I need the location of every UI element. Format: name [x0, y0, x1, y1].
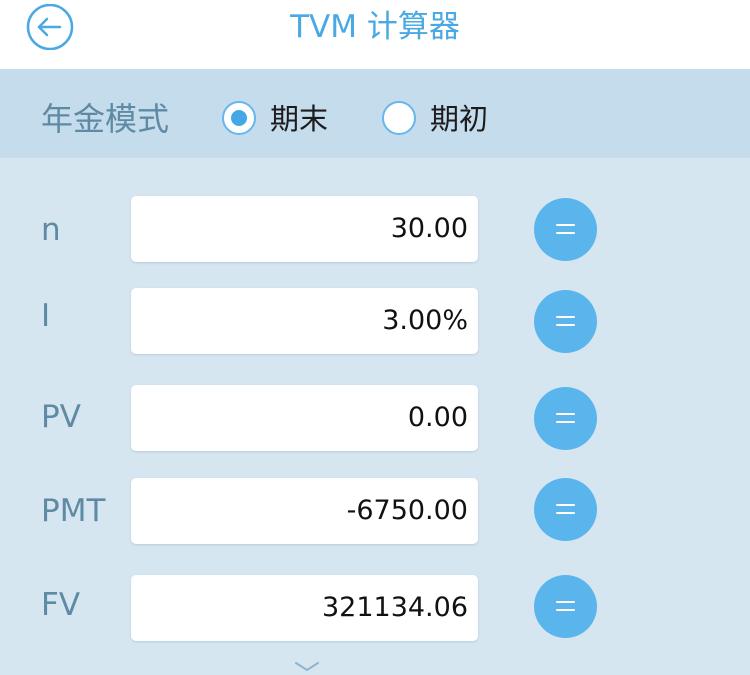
annuity-mode-bar: 年金模式 期末 期初 — [0, 69, 750, 158]
field-label-n: n — [41, 212, 61, 248]
radio-beginning-of-period[interactable] — [382, 101, 416, 135]
field-label-fv: FV — [41, 587, 81, 623]
chevron-down-icon[interactable] — [294, 656, 320, 675]
field-label-pmt: PMT — [41, 493, 106, 529]
field-n-input[interactable]: 30.00 — [131, 196, 478, 262]
header-bar: TVM 计算器 — [0, 0, 750, 69]
solve-i-button[interactable] — [534, 290, 597, 353]
radio-end-of-period-label[interactable]: 期末 — [270, 69, 328, 158]
field-pmt-input[interactable]: -6750.00 — [131, 478, 478, 544]
field-label-pv: PV — [41, 399, 81, 435]
field-i-input[interactable]: 3.00% — [131, 288, 478, 354]
solve-fv-button[interactable] — [534, 575, 597, 638]
solve-pv-button[interactable] — [534, 387, 597, 450]
field-label-i: I — [41, 298, 51, 334]
field-fv-input[interactable]: 321134.06 — [131, 575, 478, 641]
solve-pmt-button[interactable] — [534, 478, 597, 541]
page-title: TVM 计算器 — [290, 9, 460, 45]
radio-beginning-of-period-label[interactable]: 期初 — [430, 69, 488, 158]
field-pv-input[interactable]: 0.00 — [131, 385, 478, 451]
annuity-mode-label: 年金模式 — [41, 100, 170, 138]
radio-end-of-period[interactable] — [222, 101, 256, 135]
solve-n-button[interactable] — [534, 198, 597, 261]
